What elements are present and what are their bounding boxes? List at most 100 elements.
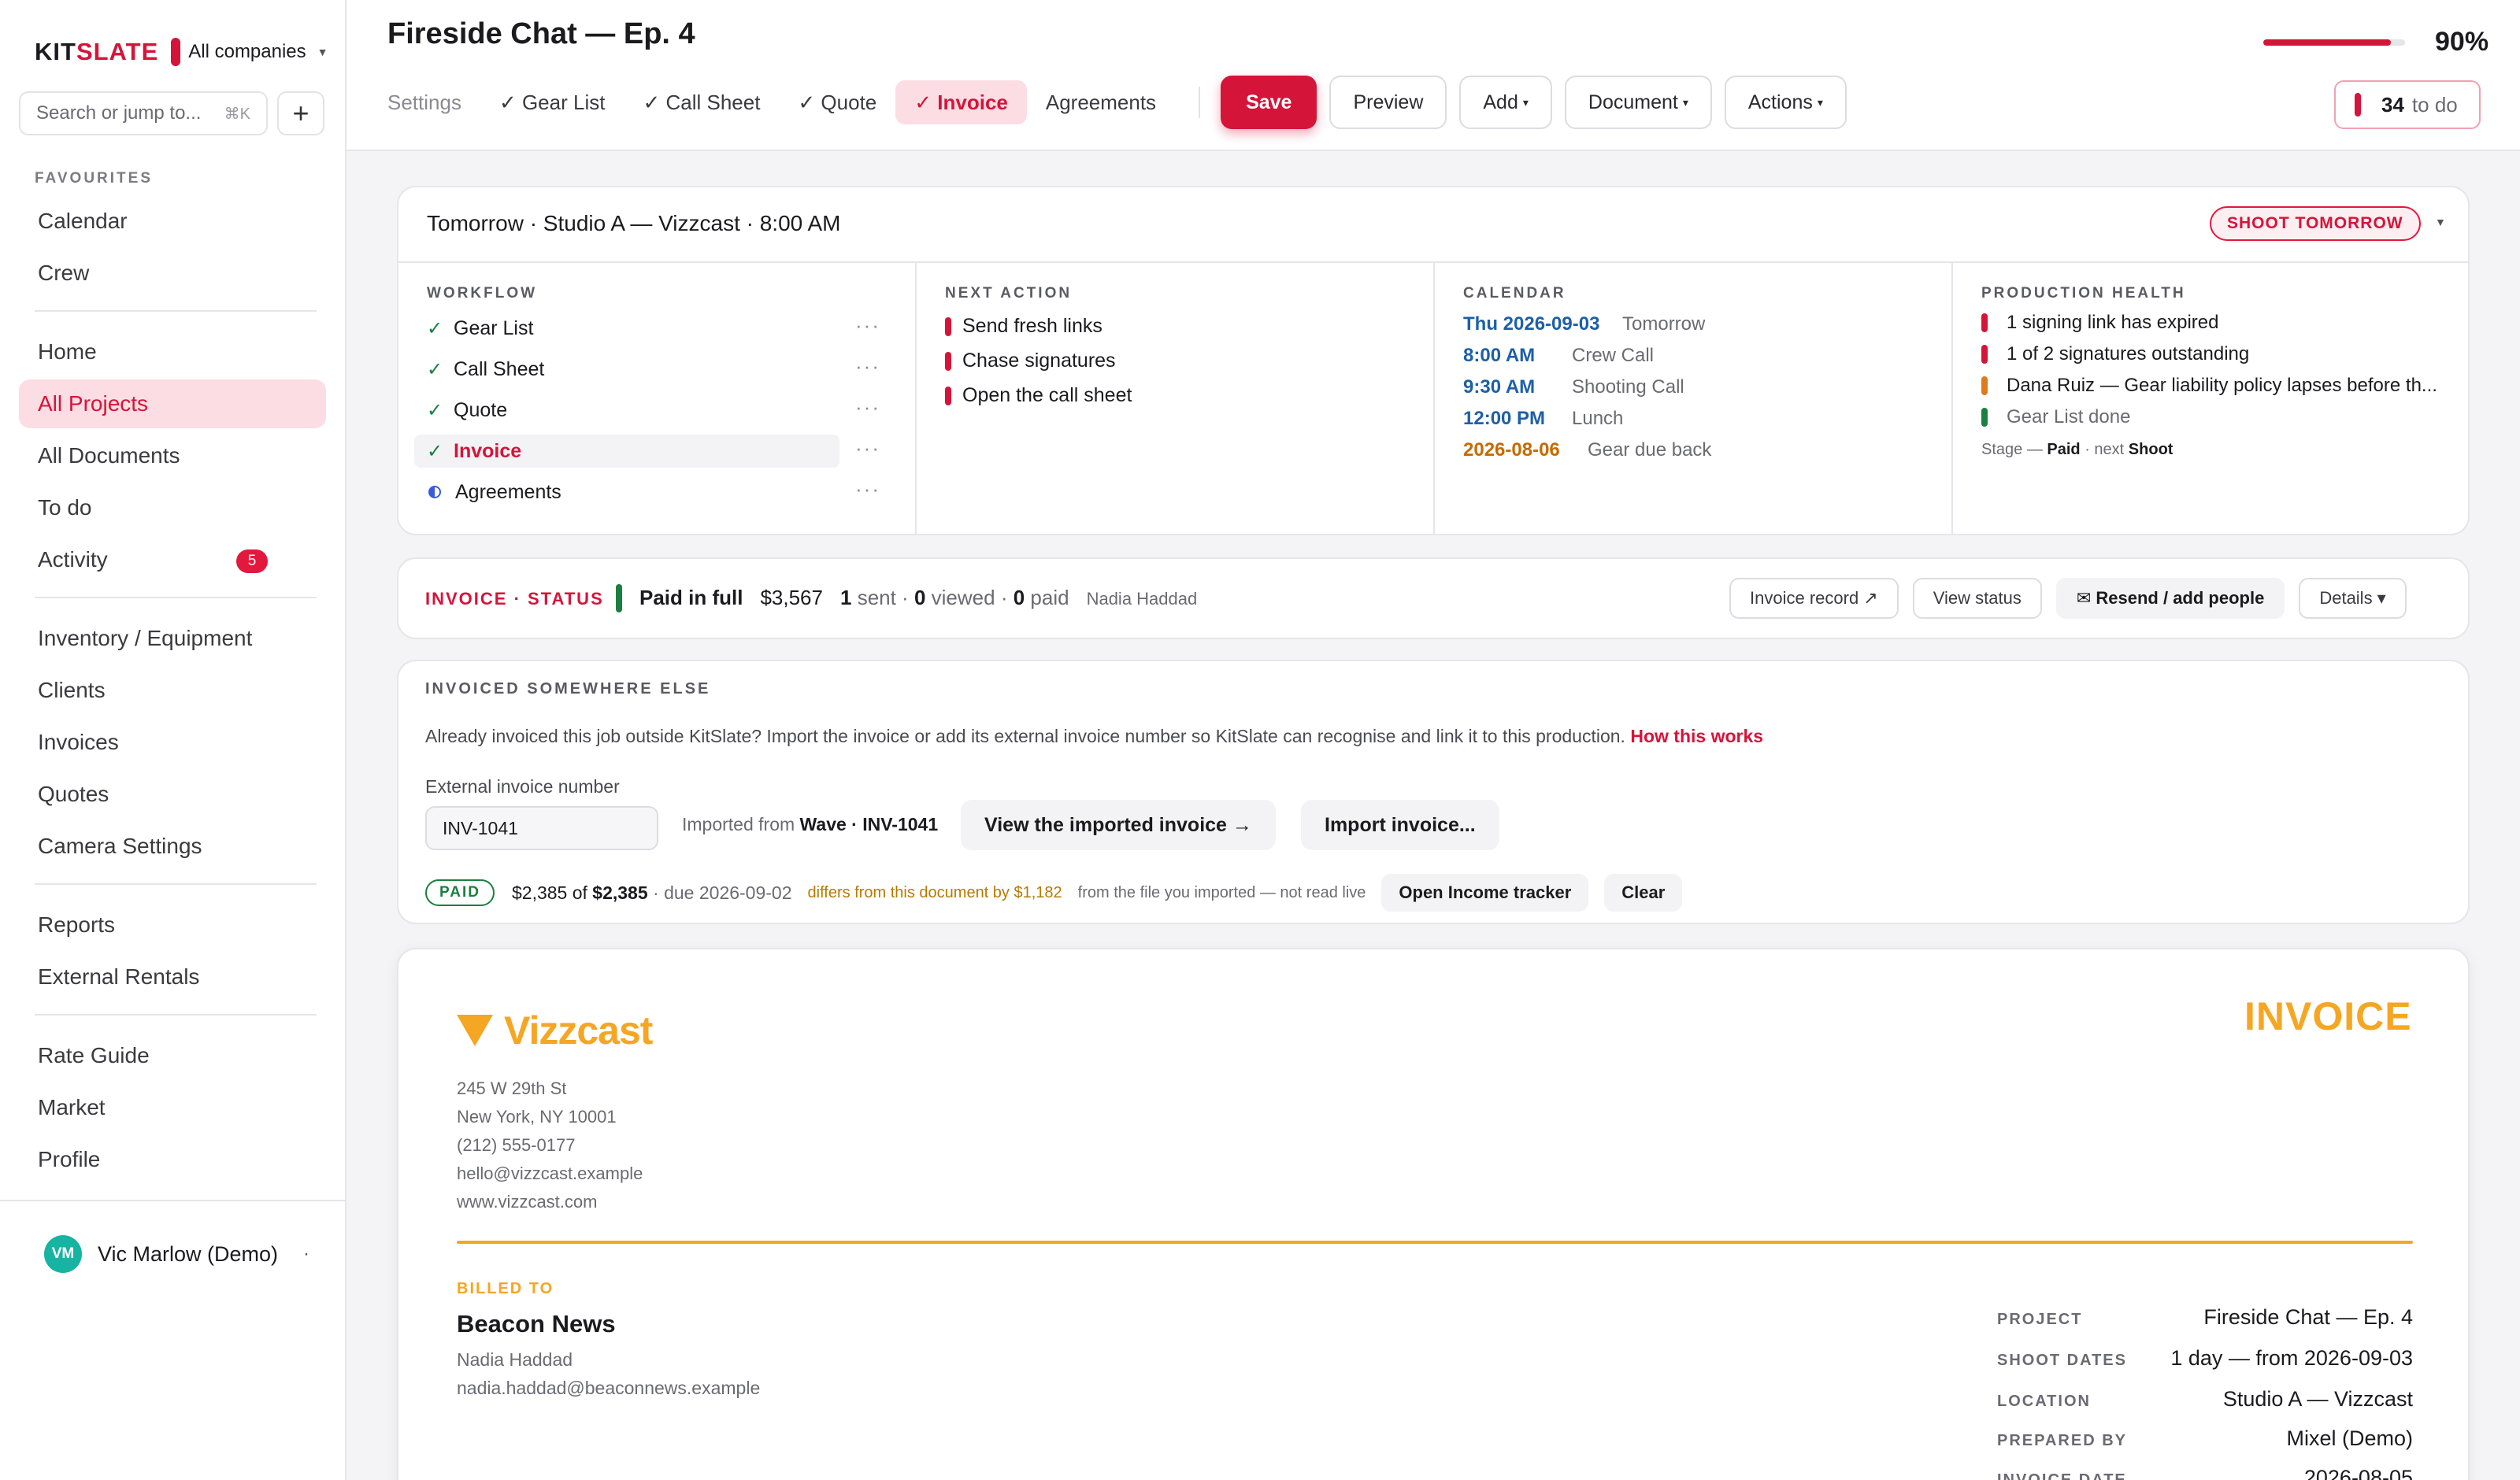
chevron-down-icon[interactable]: ▼: [2435, 216, 2446, 228]
sidebar-item-calendar[interactable]: Calendar: [19, 197, 326, 246]
sidebar-item-reports[interactable]: Reports: [19, 901, 326, 949]
sidebar-item-rate-guide[interactable]: Rate Guide: [19, 1031, 326, 1080]
sidebar-item-quotes[interactable]: Quotes: [19, 770, 326, 819]
invoice-status-actions: Invoice record ↗ View status ✉ Resend / …: [1729, 578, 2407, 619]
invoice-status-card: INVOICE · STATUS Paid in full $3,567 1 s…: [397, 557, 2470, 639]
sidebar-item-all-documents[interactable]: All Documents: [19, 431, 326, 480]
add-icon[interactable]: +: [277, 91, 324, 135]
more-icon[interactable]: ···: [855, 354, 880, 379]
health-item[interactable]: 1 signing link has expired: [1981, 312, 2219, 334]
health-item[interactable]: Dana Ruiz — Gear liability policy lapses…: [1981, 375, 2437, 397]
more-icon[interactable]: ·: [303, 1243, 309, 1265]
tab-call-sheet[interactable]: ✓ Call Sheet: [624, 80, 779, 124]
sidebar-item-all-projects[interactable]: All Projects: [19, 379, 326, 428]
invoice-document: Vizzcast INVOICE 245 W 29th St New York,…: [397, 948, 2470, 1480]
tab-gear-list[interactable]: ✓ Gear List: [480, 80, 624, 124]
sidebar-divider: [35, 1014, 317, 1016]
import-invoice-button[interactable]: Import invoice...: [1301, 800, 1499, 850]
stage-note: Stage — Paid · next Shoot: [1981, 441, 2174, 458]
view-imported-invoice-button[interactable]: View the imported invoice →: [961, 800, 1276, 850]
progress-bar: [2263, 39, 2405, 46]
next-action-item[interactable]: Open the call sheet: [945, 384, 1132, 407]
more-icon[interactable]: ···: [855, 436, 880, 461]
alert-indicator: [945, 316, 951, 336]
workflow-item-gear-list[interactable]: ✓ Gear List: [414, 312, 839, 345]
workflow-item-agreements[interactable]: Agreements: [414, 475, 839, 509]
calendar-row[interactable]: 8:00 AM Crew Call: [1463, 345, 1654, 367]
save-button[interactable]: Save: [1221, 76, 1317, 129]
calendar-row[interactable]: 12:00 PM Lunch: [1463, 408, 1623, 430]
sidebar-divider: [35, 883, 317, 885]
more-icon[interactable]: ···: [855, 313, 880, 338]
workflow-item-quote[interactable]: ✓ Quote: [414, 394, 839, 427]
more-icon[interactable]: ···: [855, 477, 880, 501]
resend-button[interactable]: ✉ Resend / add people: [2055, 578, 2285, 619]
calendar-column: CALENDAR Thu 2026-09-03 Tomorrow 8:00 AM C…: [1435, 263, 1953, 535]
billed-to-email: nadia.haddad@beaconnews.example: [457, 1378, 761, 1398]
alert-indicator: [945, 351, 951, 371]
check-icon: ✓: [427, 358, 443, 380]
search-input[interactable]: Search or jump to... ⌘K: [19, 91, 268, 135]
invoice-contact: Nadia Haddad: [1086, 589, 1198, 609]
next-action-item[interactable]: Chase signatures: [945, 350, 1116, 372]
add-button[interactable]: Add ▾: [1459, 76, 1552, 129]
tab-settings[interactable]: Settings: [387, 80, 480, 124]
preview-button[interactable]: Preview: [1329, 76, 1447, 129]
user-menu[interactable]: VM Vic Marlow (Demo) ·: [0, 1200, 345, 1307]
page-title: Fireside Chat — Ep. 4: [387, 17, 695, 50]
workflow-item-invoice[interactable]: ✓ Invoice: [414, 435, 839, 468]
chevron-down-icon: ▾: [1682, 95, 1688, 109]
company-selector[interactable]: All companies: [188, 41, 306, 63]
invoice-heading: INVOICE: [2244, 994, 2412, 1038]
chevron-down-icon[interactable]: ▼: [317, 46, 328, 58]
external-invoice-number-input[interactable]: [425, 806, 658, 850]
actions-button[interactable]: Actions ▾: [1724, 76, 1847, 129]
next-action-item[interactable]: Send fresh links: [945, 315, 1102, 338]
open-income-tracker-button[interactable]: Open Income tracker: [1381, 874, 1589, 912]
sidebar-item-profile[interactable]: Profile: [19, 1135, 326, 1184]
sidebar: KITSLATE All companies ▼ Search or jump …: [0, 0, 346, 1480]
todo-button[interactable]: 34 to do: [2334, 80, 2481, 129]
sidebar-item-market[interactable]: Market: [19, 1083, 326, 1132]
divider: [457, 1241, 2413, 1244]
warning-indicator: [1981, 376, 1988, 395]
sidebar-item-inventory[interactable]: Inventory / Equipment: [19, 614, 326, 663]
vizzcast-logo-icon: [457, 1015, 493, 1046]
workflow-title: WORKFLOW: [427, 285, 538, 302]
tab-quote[interactable]: ✓ Quote: [779, 80, 895, 124]
tab-invoice[interactable]: ✓ Invoice: [895, 80, 1027, 124]
calendar-row[interactable]: 2026-08-06 Gear due back: [1463, 439, 1711, 461]
health-item[interactable]: 1 of 2 signatures outstanding: [1981, 343, 2249, 365]
difference-note: differs from this document by $1,182: [807, 883, 1062, 901]
details-button[interactable]: Details ▾: [2299, 578, 2407, 619]
document-button[interactable]: Document ▾: [1564, 76, 1712, 129]
topbar: Fireside Chat — Ep. 4 90% Settings ✓ Gea…: [346, 0, 2520, 151]
calendar-row[interactable]: Thu 2026-09-03 Tomorrow: [1463, 313, 1705, 335]
next-action-title: NEXT ACTION: [945, 285, 1073, 302]
next-action-column: NEXT ACTION Send fresh links Chase signa…: [917, 263, 1435, 535]
tab-agreements[interactable]: Agreements: [1027, 80, 1175, 124]
sidebar-item-clients[interactable]: Clients: [19, 666, 326, 715]
sidebar-item-camera-settings[interactable]: Camera Settings: [19, 822, 326, 871]
invoice-record-button[interactable]: Invoice record ↗: [1729, 578, 1899, 619]
health-item[interactable]: Gear List done: [1981, 406, 2130, 428]
sidebar-item-activity[interactable]: Activity 5: [19, 535, 326, 584]
sidebar-item-to-do[interactable]: To do: [19, 483, 326, 532]
meta-row-prepared-by: PREPARED BY Mixel (Demo): [1997, 1426, 2413, 1450]
sidebar-item-home[interactable]: Home: [19, 327, 326, 376]
meta-row-location: LOCATION Studio A — Vizzcast: [1997, 1387, 2413, 1411]
billed-to-label: BILLED TO: [457, 1280, 554, 1297]
workflow-item-call-sheet[interactable]: ✓ Call Sheet: [414, 353, 839, 386]
calendar-row[interactable]: 9:30 AM Shooting Call: [1463, 376, 1684, 398]
view-status-button[interactable]: View status: [1912, 578, 2042, 619]
more-icon[interactable]: ···: [855, 395, 880, 420]
how-this-works-link[interactable]: How this works: [1630, 726, 1763, 746]
clear-button[interactable]: Clear: [1604, 874, 1683, 912]
external-invoice-number-label: External invoice number: [425, 776, 620, 797]
payment-summary-row: PAID $2,385 of $2,385 · due 2026-09-02 d…: [425, 874, 1683, 912]
brand-pill-icon: [171, 38, 181, 66]
brand-row[interactable]: KITSLATE All companies ▼: [35, 35, 328, 69]
sidebar-item-crew[interactable]: Crew: [19, 249, 326, 298]
sidebar-item-invoices[interactable]: Invoices: [19, 718, 326, 767]
sidebar-item-external-rentals[interactable]: External Rentals: [19, 953, 326, 1001]
